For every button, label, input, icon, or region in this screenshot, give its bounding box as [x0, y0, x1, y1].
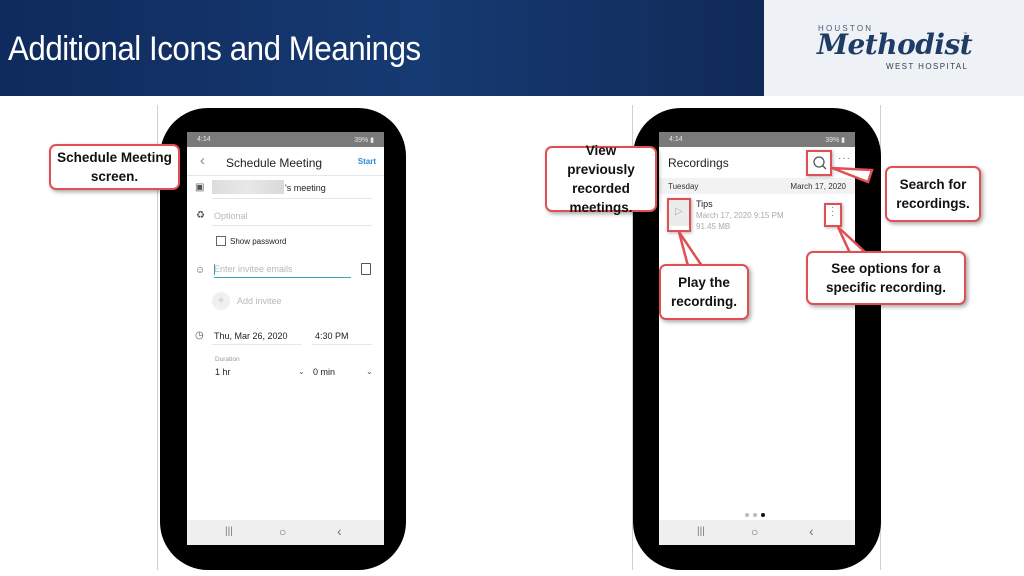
- status-bar: 4:14 39% ▮: [659, 132, 855, 147]
- battery-indicator: 39% ▮: [354, 137, 374, 144]
- back-nav-icon[interactable]: ‹: [809, 523, 814, 539]
- android-nav-bar: ||| ○ ‹: [659, 520, 855, 545]
- slide-header: Additional Icons and Meanings: [0, 0, 764, 96]
- duration-hours-select[interactable]: 1 hr: [215, 367, 231, 377]
- android-nav-bar: ||| ○ ‹: [187, 520, 384, 545]
- divider: [212, 225, 372, 226]
- duration-minutes-select[interactable]: 0 min: [313, 367, 335, 377]
- add-invitee-plus-icon[interactable]: +: [212, 292, 230, 310]
- calendar-icon: ▣: [195, 182, 205, 193]
- day-label: Tuesday: [668, 182, 699, 191]
- back-nav-icon[interactable]: ‹: [337, 523, 342, 539]
- day-header-row: Tuesday March 17, 2020: [659, 178, 855, 194]
- phone-recordings: 4:14 39% ▮ Recordings ··· Tuesday March …: [633, 108, 881, 570]
- play-highlight-box: [667, 198, 691, 232]
- meeting-date[interactable]: Thu, Mar 26, 2020: [214, 331, 288, 341]
- home-icon[interactable]: ○: [751, 525, 758, 539]
- show-password-label: Show password: [230, 237, 287, 246]
- schedule-meeting-screen: 4:14 39% ▮ ‹ Schedule Meeting Start ▣ 's…: [187, 132, 384, 545]
- recents-icon[interactable]: |||: [225, 526, 233, 537]
- callout-schedule-meeting: Schedule Meeting screen.: [49, 144, 180, 190]
- slide-title: Additional Icons and Meanings: [8, 30, 421, 68]
- clock-icon: ◷: [195, 330, 204, 341]
- meeting-time[interactable]: 4:30 PM: [315, 331, 349, 341]
- logo-methodist-text: Methodist: [817, 28, 973, 61]
- status-time: 4:14: [197, 136, 211, 143]
- screen-title: Schedule Meeting: [226, 156, 323, 170]
- options-highlight-box: [824, 203, 842, 227]
- divider: [212, 344, 302, 345]
- more-options-icon[interactable]: ···: [838, 153, 851, 164]
- recordings-screen: 4:14 39% ▮ Recordings ··· Tuesday March …: [659, 132, 855, 545]
- recording-size: 91.45 MB: [696, 222, 731, 231]
- divider: [312, 344, 372, 345]
- page-dot-active: [761, 513, 765, 517]
- add-invitee-button[interactable]: Add invitee: [237, 296, 282, 306]
- logo-west-hospital-text: WEST HOSPITAL: [886, 62, 969, 71]
- status-time: 4:14: [669, 136, 683, 143]
- redacted-name: [212, 180, 284, 194]
- status-bar: 4:14 39% ▮: [187, 132, 384, 147]
- recording-name[interactable]: Tips: [696, 199, 713, 209]
- callout-play-recording: Play the recording.: [659, 264, 749, 320]
- callout-view-recordings: View previously recorded meetings.: [545, 143, 657, 215]
- page-dot: [753, 513, 757, 517]
- back-icon[interactable]: ‹: [200, 152, 205, 169]
- recents-icon[interactable]: |||: [697, 526, 705, 537]
- phone-schedule-meeting: 4:14 39% ▮ ‹ Schedule Meeting Start ▣ 's…: [160, 108, 406, 570]
- lock-icon: ♻: [196, 210, 205, 221]
- recording-datetime: March 17, 2020 9:15 PM: [696, 211, 784, 220]
- search-highlight-box: [806, 150, 832, 176]
- houston-methodist-logo: HOUSTON Methodist ™ WEST HOSPITAL: [764, 0, 1024, 96]
- password-field[interactable]: Optional: [214, 211, 248, 221]
- divider: [187, 175, 384, 176]
- contacts-book-icon[interactable]: [361, 263, 371, 275]
- invitee-email-input[interactable]: Enter invitee emails: [214, 262, 351, 278]
- chevron-down-icon[interactable]: ⌄: [366, 367, 373, 376]
- screen-title: Recordings: [668, 156, 729, 170]
- show-password-checkbox[interactable]: [216, 236, 226, 246]
- start-button[interactable]: Start: [358, 157, 376, 166]
- duration-label: Duration: [215, 356, 240, 363]
- add-person-icon: ☺: [195, 265, 206, 276]
- callout-search-recordings: Search for recordings.: [885, 166, 981, 222]
- logo-trademark: ™: [963, 31, 967, 36]
- battery-indicator: 39% ▮: [825, 137, 845, 144]
- date-label: March 17, 2020: [790, 182, 846, 191]
- meeting-topic-field[interactable]: 's meeting: [285, 183, 326, 193]
- chevron-down-icon[interactable]: ⌄: [298, 367, 305, 376]
- home-icon[interactable]: ○: [279, 525, 286, 539]
- callout-recording-options: See options for a specific recording.: [806, 251, 966, 305]
- divider: [212, 198, 372, 199]
- page-dot: [745, 513, 749, 517]
